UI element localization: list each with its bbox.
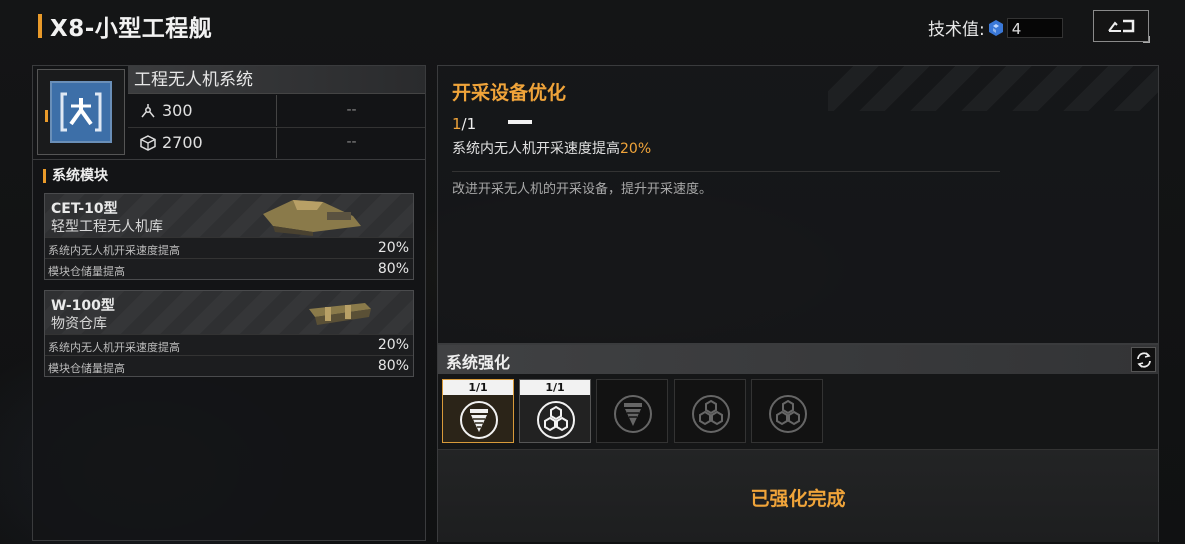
- module-stat-row: 模块仓储量提高 80%: [45, 355, 413, 377]
- title-accent-bar: [38, 14, 42, 38]
- module-stat-value: 80%: [377, 261, 409, 277]
- enhance-slot-3[interactable]: [596, 379, 668, 443]
- enhance-header: 系统强化: [438, 345, 1158, 374]
- module-card-w100[interactable]: W-100型 物资仓库 系统内无人机开采速度提高 20% 模块仓储量提高 80%: [44, 290, 414, 377]
- stat-row-drones: 300 --: [128, 95, 425, 128]
- module-subtitle: 物资仓库: [51, 316, 107, 332]
- module-subtitle: 轻型工程无人机库: [51, 219, 163, 235]
- module-stat-label: 系统内无人机开采速度提高: [48, 244, 180, 257]
- upgrade-level: 1/1: [452, 115, 476, 133]
- drone-bay-image: [263, 200, 361, 236]
- slot-level: 1/1: [520, 380, 590, 395]
- page-title: X8-小型工程舰: [50, 16, 213, 42]
- module-stat-label: 系统内无人机开采速度提高: [48, 341, 180, 354]
- divider: [452, 171, 1000, 172]
- back-arrow-icon: [1108, 19, 1135, 33]
- system-name: 工程无人机系统: [128, 66, 425, 94]
- module-name: CET-10型: [51, 201, 118, 217]
- system-icon-accent: [45, 110, 48, 122]
- system-panel: 工程无人机系统 300 -- 2700 -- 系统模块 CET-10型 轻型工程…: [32, 65, 426, 541]
- back-button[interactable]: [1093, 10, 1150, 43]
- stat-drones: 300: [128, 95, 277, 126]
- hexagons-icon: [537, 401, 575, 439]
- upgrade-title: 开采设备优化: [452, 82, 567, 104]
- module-card-cet10[interactable]: CET-10型 轻型工程无人机库 系统内无人机开采速度提高 20% 模块仓储量提…: [44, 193, 414, 280]
- module-stat-label: 模块仓储量提高: [48, 265, 125, 278]
- module-stat-value: 20%: [377, 240, 409, 256]
- upgrade-level-current: 1: [452, 115, 462, 133]
- module-stat-row: 系统内无人机开采速度提高 20%: [45, 237, 413, 259]
- hexagons-icon: [769, 395, 807, 433]
- stat-drones-extra: --: [346, 102, 357, 118]
- module-stat-value: 80%: [377, 358, 409, 374]
- drill-icon: [460, 401, 498, 439]
- upgrade-level-bar: [508, 120, 532, 124]
- upgrade-description: 改进开采无人机的开采设备，提升开采速度。: [452, 182, 713, 197]
- stat-storage: 2700: [128, 127, 277, 158]
- module-name: W-100型: [51, 298, 115, 314]
- module-stat-value: 20%: [377, 337, 409, 353]
- module-stat-label: 模块仓储量提高: [48, 362, 125, 375]
- system-header: 工程无人机系统 300 -- 2700 --: [33, 66, 425, 160]
- upgrade-effect-value: 20%: [620, 141, 652, 157]
- tech-crystal-icon: [988, 19, 1003, 36]
- module-stat-row: 系统内无人机开采速度提高 20%: [45, 334, 413, 356]
- tech-value-box: 4: [1006, 17, 1063, 38]
- tech-value-display: 技术值: 4: [928, 15, 1063, 40]
- enhance-panel: 系统强化 1/1 1/1 已强化完成: [437, 344, 1159, 542]
- stat-storage-extra: --: [346, 134, 357, 150]
- drill-icon: [614, 395, 652, 433]
- slot-level: 1/1: [443, 380, 513, 395]
- drone-bracket-icon: [60, 92, 102, 132]
- tech-label: 技术值:: [928, 20, 985, 40]
- refresh-button[interactable]: [1131, 347, 1156, 372]
- system-icon-frame[interactable]: [37, 69, 125, 155]
- enhance-slot-1[interactable]: 1/1: [442, 379, 514, 443]
- upgrade-detail-panel: 开采设备优化 1/1 系统内无人机开采速度提高20% 改进开采无人机的开采设备，…: [437, 65, 1159, 344]
- upgrade-effect-text: 系统内无人机开采速度提高: [452, 141, 620, 157]
- hexagons-icon: [692, 395, 730, 433]
- enhance-slot-4[interactable]: [674, 379, 746, 443]
- stat-drones-value: 300: [162, 101, 193, 120]
- refresh-icon: [1136, 351, 1151, 368]
- drone-icon: [141, 103, 155, 117]
- enhance-complete-label: 已强化完成: [750, 488, 846, 510]
- warehouse-image: [309, 303, 371, 325]
- cube-icon: [140, 134, 156, 151]
- engineering-drone-icon: [50, 81, 112, 143]
- stat-storage-value: 2700: [162, 133, 203, 152]
- upgrade-effect: 系统内无人机开采速度提高20%: [452, 138, 651, 158]
- header-title-bar: X8-小型工程舰: [38, 12, 213, 42]
- module-stat-row: 模块仓储量提高 80%: [45, 258, 413, 280]
- enhance-status-area: 已强化完成: [438, 449, 1158, 542]
- enhance-slot-2[interactable]: 1/1: [519, 379, 591, 443]
- panel-stripes: [828, 66, 1158, 111]
- enhance-title: 系统强化: [446, 353, 511, 372]
- upgrade-level-total: /1: [461, 115, 477, 133]
- stat-row-storage: 2700 --: [128, 127, 425, 159]
- modules-title: 系统模块: [43, 169, 108, 183]
- enhance-slot-5[interactable]: [751, 379, 823, 443]
